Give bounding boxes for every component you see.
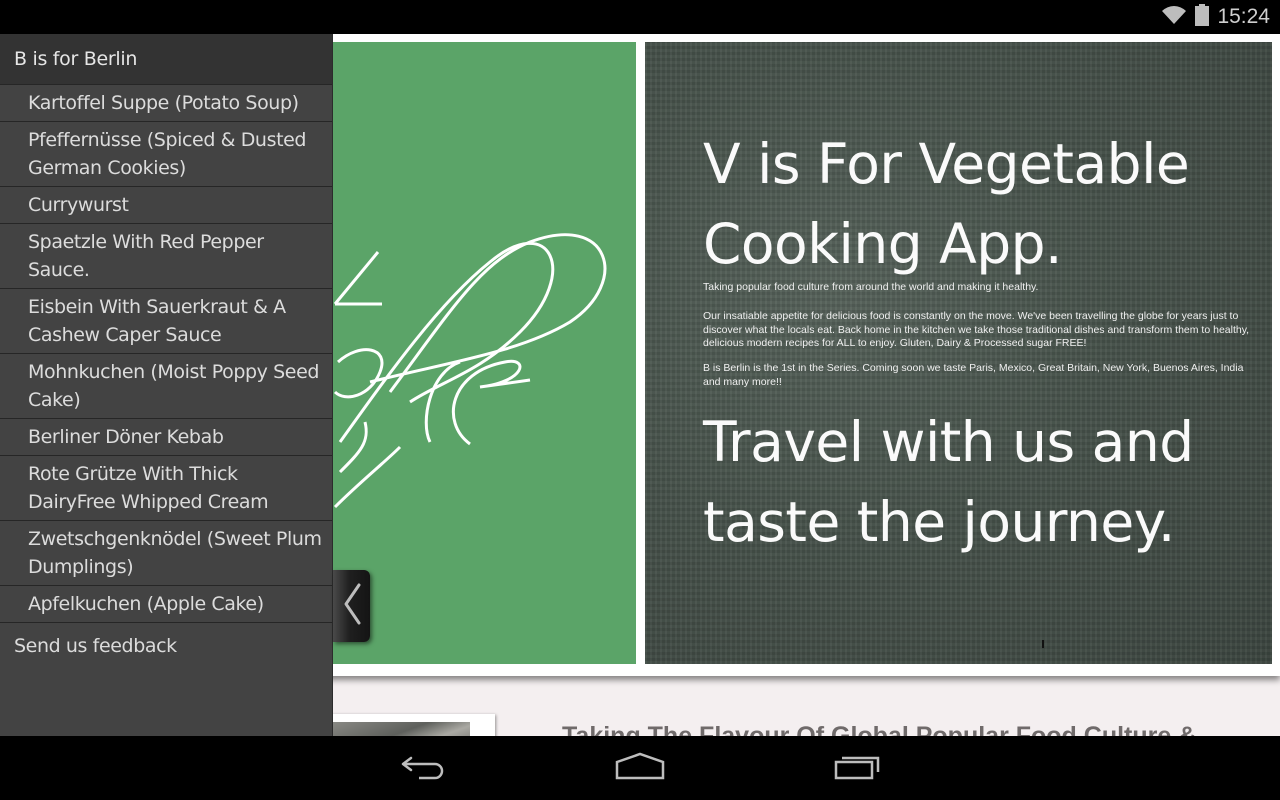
hero-paragraph-series: B is Berlin is the 1st in the Series. Co… xyxy=(703,362,1244,388)
recent-apps-button[interactable] xyxy=(828,750,888,786)
drawer-item-doner-kebab[interactable]: Berliner Döner Kebab xyxy=(0,419,332,456)
navigation-drawer: B is for Berlin Kartoffel Suppe (Potato … xyxy=(0,34,333,736)
hero-slogan: Travel with us and taste the journey. xyxy=(703,410,1194,554)
system-nav-bar xyxy=(0,736,1280,800)
back-icon xyxy=(401,752,447,784)
drawer-item-currywurst[interactable]: Currywurst xyxy=(0,187,332,224)
drawer-title[interactable]: B is for Berlin xyxy=(0,34,332,85)
drawer-item-eisbein[interactable]: Eisbein With Sauerkraut & A Cashew Caper… xyxy=(0,289,332,354)
send-feedback-link[interactable]: Send us feedback xyxy=(0,623,332,657)
clock: 15:24 xyxy=(1217,5,1270,28)
hero-paragraph-intro: Our insatiable appetite for delicious fo… xyxy=(703,310,1250,349)
hero-headline: V is For Vegetable Cooking App. xyxy=(703,132,1190,276)
drawer-item-pfeffernusse[interactable]: Pfeffernüsse (Spiced & Dusted German Coo… xyxy=(0,122,332,187)
article-heading[interactable]: Taking The Flavour Of Global Popular Foo… xyxy=(562,722,1196,736)
back-button[interactable] xyxy=(394,750,454,786)
text-cursor-mark xyxy=(1042,640,1044,648)
wifi-icon xyxy=(1161,5,1187,29)
drawer-item-potato-soup[interactable]: Kartoffel Suppe (Potato Soup) xyxy=(0,85,332,122)
home-icon xyxy=(615,752,665,784)
recent-apps-icon xyxy=(834,752,882,784)
drawer-item-zwetschgenknodel[interactable]: Zwetschgenknödel (Sweet Plum Dumplings) xyxy=(0,521,332,586)
chalkboard-panel: V is For Vegetable Cooking App. Taking p… xyxy=(645,42,1272,664)
thumbnail-image xyxy=(330,722,470,736)
status-bar: 15:24 xyxy=(0,0,1280,34)
script-logo-art xyxy=(333,233,607,509)
drawer-item-spaetzle[interactable]: Spaetzle With Red Pepper Sauce. xyxy=(0,224,332,289)
hero-tagline: Taking popular food culture from around … xyxy=(703,281,1039,293)
article-thumbnail[interactable] xyxy=(330,714,495,736)
drawer-toggle-handle[interactable] xyxy=(333,570,370,642)
chevron-left-icon xyxy=(342,582,362,630)
drawer-item-apfelkuchen[interactable]: Apfelkuchen (Apple Cake) xyxy=(0,586,332,623)
green-logo-panel xyxy=(330,42,636,664)
battery-icon xyxy=(1195,4,1210,30)
drawer-item-mohnkuchen[interactable]: Mohnkuchen (Moist Poppy Seed Cake) xyxy=(0,354,332,419)
home-button[interactable] xyxy=(610,750,670,786)
drawer-item-rote-grutze[interactable]: Rote Grütze With Thick DairyFree Whipped… xyxy=(0,456,332,521)
